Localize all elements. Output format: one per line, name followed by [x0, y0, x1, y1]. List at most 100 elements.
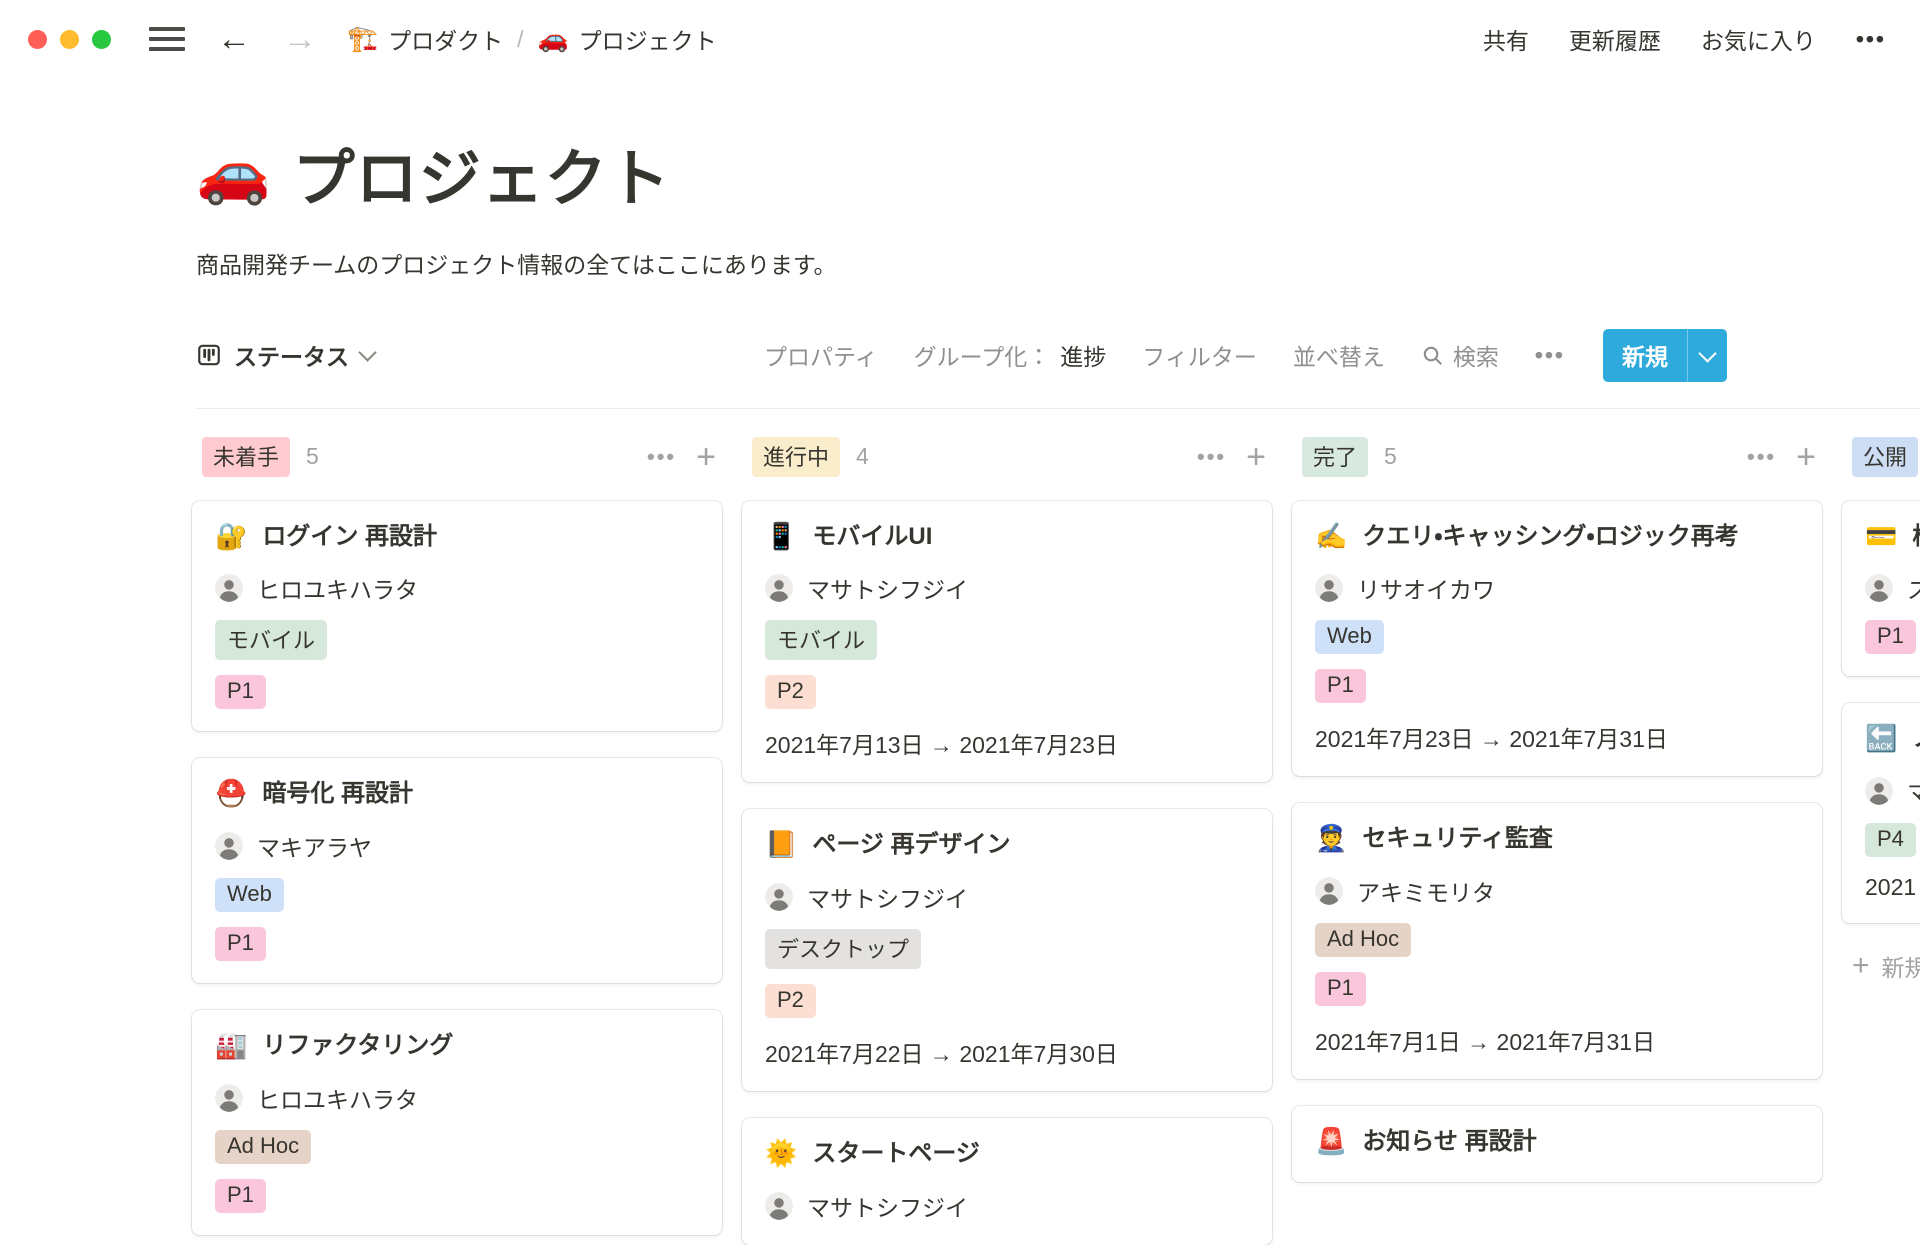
card-tag: P1 — [1865, 620, 1916, 654]
page-title[interactable]: プロジェクト — [293, 128, 671, 218]
avatar — [765, 574, 793, 602]
card-person: マ — [1865, 774, 1920, 808]
person-name: マ — [1907, 774, 1920, 808]
page-description[interactable]: 商品開発チームのプロジェクト情報の全てはここにあります。 — [196, 248, 1730, 283]
card-title: リファクタリング — [262, 1029, 453, 1064]
card-emoji-icon: 🔐 — [215, 520, 247, 554]
column-add-icon[interactable]: + — [1246, 440, 1266, 474]
column-status-pill[interactable]: 進行中 — [752, 437, 840, 477]
card-title: 暗号化 再設計 — [262, 777, 413, 812]
card-title: お知らせ 再設計 — [1362, 1125, 1536, 1160]
card-title: 権 — [1912, 520, 1920, 555]
car-icon: 🚗 — [538, 25, 569, 54]
view-selector[interactable]: ステータス — [196, 338, 374, 372]
kanban-card[interactable]: 📱モバイルUIマサトシフジイモバイルP22021年7月13日 → 2021年7月… — [742, 501, 1272, 783]
kanban-card[interactable]: 🔐ログイン 再設計ヒロユキハラタモバイルP1 — [192, 501, 722, 732]
page-header: 🚗 プロジェクト 商品開発チームのプロジェクト情報の全てはここにあります。 — [196, 128, 1730, 283]
share-button[interactable]: 共有 — [1483, 22, 1529, 56]
view-toolbar: ステータス プロパティ グループ化： 進捗 フィルター 並べ替え 検索 ••• … — [196, 329, 1727, 382]
card-emoji-icon: ✍️ — [1315, 520, 1347, 554]
board: 未着手5•••+🔐ログイン 再設計ヒロユキハラタモバイルP1⛑️暗号化 再設計マ… — [0, 409, 1920, 1245]
card-date-range: 2021年7月23日 → 2021年7月31日 — [1315, 720, 1799, 754]
card-date-range: 2021年7月22日 → 2021年7月30日 — [765, 1035, 1249, 1069]
card-emoji-icon: 🌞 — [765, 1137, 797, 1171]
view-name: ステータス — [234, 338, 349, 372]
chevron-down-icon — [1698, 344, 1716, 362]
board-column: 完了5•••+✍️クエリ・キャッシング・ロジック再考リサオイカワWebP1202… — [1292, 437, 1822, 1182]
avatar — [215, 1084, 243, 1112]
sort-button[interactable]: 並べ替え — [1293, 338, 1385, 372]
column-status-pill[interactable]: 公開 — [1852, 437, 1918, 477]
column-count: 4 — [856, 443, 869, 470]
close-window-button[interactable] — [28, 30, 47, 49]
traffic-lights — [28, 30, 111, 49]
more-options-icon[interactable]: ••• — [1856, 26, 1886, 53]
column-add-icon[interactable]: + — [1796, 440, 1816, 474]
toolbar-more-icon[interactable]: ••• — [1535, 342, 1565, 369]
person-name: ス — [1907, 571, 1920, 605]
column-more-icon[interactable]: ••• — [1747, 444, 1776, 470]
add-card-label: 新規 — [1882, 949, 1920, 983]
column-add-icon[interactable]: + — [696, 440, 716, 474]
board-column: 公開•••+💳権スP1🔙ノマP42021+新規 — [1842, 437, 1920, 984]
card-date-range: 2021年7月13日 → 2021年7月23日 — [765, 726, 1249, 760]
card-title-row: 📱モバイルUI — [765, 520, 1249, 555]
new-button[interactable]: 新規 — [1603, 329, 1727, 382]
breadcrumb-project[interactable]: 🚗 プロジェクト — [538, 22, 717, 56]
card-tag: P1 — [215, 927, 266, 961]
avatar — [1865, 574, 1893, 602]
column-header: 未着手 5 ••• + — [192, 437, 722, 477]
kanban-card[interactable]: ⛑️暗号化 再設計マキアラヤ Web P1 — [192, 758, 722, 983]
properties-button[interactable]: プロパティ — [764, 338, 878, 372]
column-cards: 🔐ログイン 再設計ヒロユキハラタモバイルP1 ⛑️暗号化 再設計マキアラヤ Web P… — [192, 501, 722, 1235]
page-emoji-car-icon[interactable]: 🚗 — [196, 143, 271, 203]
search-button[interactable]: 検索 — [1421, 338, 1499, 372]
breadcrumb-product[interactable]: 🏗️ プロダクト — [347, 22, 503, 56]
card-person: マサトシフジイ — [765, 571, 1249, 605]
kanban-card[interactable]: 💳権スP1 — [1842, 501, 1920, 677]
kanban-card[interactable]: 🏭リファクタリングヒロユキハラタAd HocP1 — [192, 1010, 722, 1235]
card-person: ヒロユキハラタ — [215, 571, 699, 605]
updates-button[interactable]: 更新履歴 — [1569, 22, 1661, 56]
kanban-card[interactable]: 👮セキュリティ監査アキミモリタAd HocP12021年7月1日 → 2021年… — [1292, 803, 1822, 1079]
column-more-icon[interactable]: ••• — [647, 444, 676, 470]
card-tag: P2 — [765, 984, 816, 1018]
kanban-card[interactable]: ✍️クエリ・キャッシング・ロジック再考リサオイカワWebP12021年7月23日… — [1292, 501, 1822, 777]
column-status-pill[interactable]: 未着手 — [202, 437, 290, 477]
column-more-icon[interactable]: ••• — [1197, 444, 1226, 470]
person-name: マサトシフジイ — [807, 1189, 968, 1223]
filter-button[interactable]: フィルター — [1142, 338, 1257, 372]
back-arrow-icon[interactable]: ← — [217, 22, 251, 56]
new-button-dropdown[interactable] — [1688, 329, 1727, 382]
column-status-pill[interactable]: 完了 — [1302, 437, 1368, 477]
card-emoji-icon: 🏭 — [215, 1029, 247, 1063]
card-title-row: ⛑️暗号化 再設計 — [215, 777, 699, 812]
avatar — [765, 1192, 793, 1220]
avatar — [215, 574, 243, 602]
forward-arrow-icon[interactable]: → — [283, 22, 317, 56]
card-date-range: 2021 — [1865, 874, 1920, 901]
kanban-card[interactable]: 🔙ノマP42021 — [1842, 703, 1920, 923]
card-tag: Web — [215, 878, 284, 912]
sidebar-menu-icon[interactable] — [149, 27, 185, 51]
group-by-control[interactable]: グループ化： 進捗 — [914, 338, 1107, 372]
card-tag: P1 — [1315, 669, 1366, 703]
card-title-row: 📙ページ 再デザイン — [765, 828, 1249, 863]
card-person: マサトシフジイ — [765, 880, 1249, 914]
card-emoji-icon: 👮 — [1315, 822, 1347, 856]
card-person: マキアラヤ — [215, 829, 699, 863]
card-emoji-icon: 📱 — [765, 520, 797, 554]
card-title: ページ 再デザイン — [812, 828, 1010, 863]
card-tag: Ad Hoc — [1315, 923, 1411, 957]
card-person: アキミモリタ — [1315, 874, 1799, 908]
column-add-card-button[interactable]: +新規 — [1842, 949, 1920, 983]
kanban-card[interactable]: 🌞スタートページマサトシフジイ — [742, 1118, 1272, 1245]
zoom-window-button[interactable] — [92, 30, 111, 49]
new-button-label[interactable]: 新規 — [1603, 329, 1687, 382]
card-tag: モバイル — [765, 620, 877, 660]
minimize-window-button[interactable] — [60, 30, 79, 49]
kanban-card[interactable]: 🚨お知らせ 再設計 — [1292, 1106, 1822, 1182]
favorite-button[interactable]: お気に入り — [1701, 22, 1816, 56]
kanban-card[interactable]: 📙ページ 再デザインマサトシフジイデスクトップP22021年7月22日 → 20… — [742, 809, 1272, 1091]
column-count: 5 — [306, 443, 319, 470]
